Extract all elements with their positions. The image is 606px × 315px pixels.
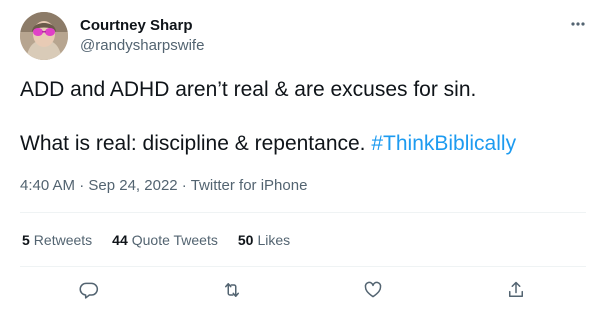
action-bar bbox=[0, 276, 606, 304]
share-button[interactable] bbox=[502, 276, 530, 304]
retweets-label: Retweets bbox=[33, 232, 93, 248]
quote-tweets-stat[interactable]: 44 Quote Tweets bbox=[112, 230, 218, 250]
avatar[interactable] bbox=[20, 12, 68, 60]
tweet-date[interactable]: Sep 24, 2022 bbox=[88, 177, 177, 194]
quote-tweets-label: Quote Tweets bbox=[131, 232, 218, 248]
retweets-stat[interactable]: 5 Retweets bbox=[22, 230, 92, 250]
tweet-source[interactable]: Twitter for iPhone bbox=[191, 177, 308, 194]
user-handle[interactable]: @randysharpswife bbox=[80, 36, 204, 56]
tweet-card: Courtney Sharp @randysharpswife ADD and … bbox=[0, 0, 606, 315]
retweet-icon bbox=[225, 283, 239, 297]
likes-count: 50 bbox=[237, 232, 254, 248]
retweet-button[interactable] bbox=[218, 276, 246, 304]
reply-icon bbox=[79, 282, 99, 299]
tweet-meta: 4:40 AM · Sep 24, 2022 · Twitter for iPh… bbox=[20, 176, 307, 196]
meta-separator: · bbox=[75, 177, 89, 194]
likes-label: Likes bbox=[257, 232, 291, 248]
tweet-line-1: ADD and ADHD aren’t real & are excuses f… bbox=[20, 78, 477, 101]
meta-separator: · bbox=[177, 177, 191, 194]
divider bbox=[20, 212, 586, 213]
tweet-text: ADD and ADHD aren’t real & are excuses f… bbox=[20, 76, 590, 158]
quote-tweets-count: 44 bbox=[112, 232, 128, 248]
more-options-button[interactable] bbox=[568, 14, 588, 34]
more-horizontal-icon bbox=[571, 22, 585, 26]
likes-stat[interactable]: 50 Likes bbox=[238, 230, 290, 250]
author-names: Courtney Sharp @randysharpswife bbox=[80, 16, 204, 56]
tweet-time[interactable]: 4:40 AM bbox=[20, 177, 75, 194]
tweet-header: Courtney Sharp @randysharpswife bbox=[20, 12, 204, 60]
reply-button[interactable] bbox=[75, 276, 103, 304]
like-button[interactable] bbox=[359, 276, 387, 304]
retweets-count: 5 bbox=[22, 232, 30, 248]
display-name[interactable]: Courtney Sharp bbox=[80, 16, 204, 36]
tweet-stats: 5 Retweets 44 Quote Tweets 50 Likes bbox=[22, 230, 290, 250]
user-avatar-icon bbox=[20, 12, 68, 60]
heart-icon bbox=[364, 281, 382, 298]
share-icon bbox=[509, 281, 523, 297]
divider bbox=[20, 266, 586, 267]
tweet-line-2: What is real: discipline & repentance. #… bbox=[20, 130, 590, 158]
hashtag-link[interactable]: #ThinkBiblically bbox=[371, 132, 516, 155]
tweet-line-2-text: What is real: discipline & repentance. bbox=[20, 132, 372, 155]
